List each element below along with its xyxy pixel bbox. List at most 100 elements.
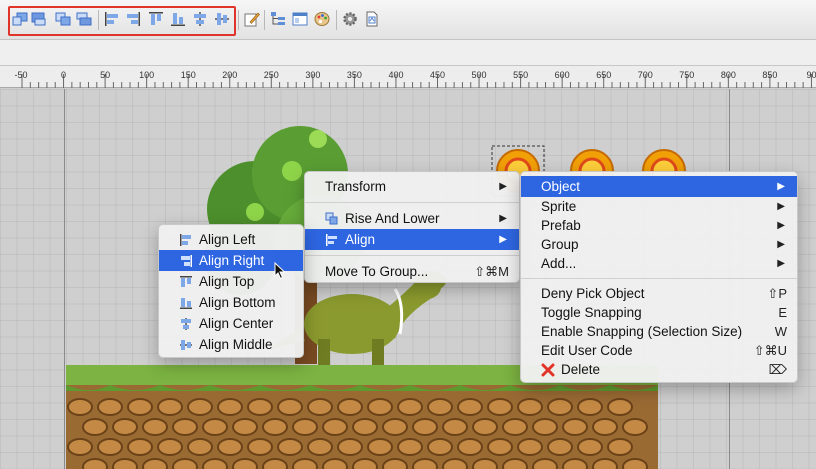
menu-item-align-left[interactable]: Align Left [159, 229, 303, 250]
menu-item-enable-snapping[interactable]: Enable Snapping (Selection Size) W [521, 322, 797, 341]
context-menu-object: Object ▶ Sprite ▶ Prefab ▶ Group ▶ Add..… [520, 171, 798, 383]
edit-icon[interactable] [244, 11, 260, 27]
context-menu-main: Transform ▶ Rise And Lower ▶ Align ▶ Mov… [304, 171, 520, 283]
ruler-tick-label: 300 [305, 70, 320, 80]
cobblestone [217, 438, 243, 456]
cobblestone [427, 398, 453, 416]
menu-item-align-bottom[interactable]: Align Bottom [159, 292, 303, 313]
layer-bottom-icon[interactable] [76, 11, 92, 27]
mouse-cursor-icon [274, 262, 286, 280]
menu-item-label: Prefab [541, 218, 581, 233]
menu-item-shortcut: W [774, 324, 787, 339]
menu-separator [305, 255, 519, 256]
menu-item-delete[interactable]: Delete ⌦ [521, 360, 797, 379]
menu-item-shortcut: ⇧P [767, 285, 787, 301]
ruler-tick-label: 50 [100, 70, 110, 80]
align-center-icon[interactable] [192, 11, 208, 27]
menu-item-label: Enable Snapping (Selection Size) [541, 324, 743, 339]
cobblestone [67, 438, 93, 456]
cobblestone [457, 438, 483, 456]
toolbar-separator [98, 10, 99, 30]
menu-item-deny-pick-object[interactable]: Deny Pick Object ⇧P [521, 284, 797, 303]
cobblestone [577, 438, 603, 456]
cobblestone [262, 458, 288, 469]
ruler-tick-label: 400 [388, 70, 403, 80]
layer-up-icon[interactable] [12, 11, 28, 27]
menu-item-label: Sprite [541, 199, 577, 214]
menu-item-align[interactable]: Align ▶ [305, 229, 519, 250]
ruler-tick-label: 350 [347, 70, 362, 80]
cobblestone [367, 438, 393, 456]
cobblestone [232, 458, 258, 469]
menu-item-shortcut: ⇧⌘U [753, 342, 787, 358]
cobblestone [142, 458, 168, 469]
secondary-toolbar [0, 40, 816, 66]
settings-gear-icon[interactable] [342, 11, 358, 27]
menu-item-add[interactable]: Add... ▶ [521, 254, 797, 273]
ruler-tick-label: 0 [61, 70, 66, 80]
cobblestone [202, 418, 228, 436]
ruler-tick-label: 500 [472, 70, 487, 80]
menu-separator [305, 202, 519, 203]
properties-icon[interactable] [292, 11, 308, 27]
menu-item-label: Edit User Code [541, 343, 633, 358]
document-icon[interactable] [364, 11, 380, 27]
cobblestone [592, 418, 618, 436]
cobblestone [562, 418, 588, 436]
cobblestone [172, 458, 198, 469]
rise-lower-icon [325, 212, 338, 224]
align-left-icon[interactable] [104, 11, 120, 27]
menu-item-label: Align Bottom [199, 295, 276, 310]
align-bottom-icon[interactable] [170, 11, 186, 27]
cobblestone [607, 438, 633, 456]
menu-item-label: Deny Pick Object [541, 286, 645, 301]
cobblestone [247, 398, 273, 416]
horizontal-ruler: -50 0 50 100 150 200 250 300 350 400 450 500 550 600 6… [0, 66, 816, 88]
hierarchy-icon[interactable] [270, 11, 286, 27]
cobblestone [97, 438, 123, 456]
menu-item-object[interactable]: Object ▶ [521, 176, 797, 197]
menu-item-align-center[interactable]: Align Center [159, 313, 303, 334]
cobblestone [232, 418, 258, 436]
menu-item-group[interactable]: Group ▶ [521, 235, 797, 254]
align-top-icon[interactable] [148, 11, 164, 27]
submenu-arrow-icon: ▶ [777, 239, 785, 250]
layer-top-icon[interactable] [31, 11, 47, 27]
cobblestone [547, 398, 573, 416]
menu-item-align-middle[interactable]: Align Middle [159, 334, 303, 355]
menu-item-label: Transform [325, 179, 387, 194]
cobblestone [532, 418, 558, 436]
menu-item-label: Align Center [199, 316, 274, 331]
ruler-tick-label: 800 [721, 70, 736, 80]
align-icon [326, 233, 337, 246]
menu-item-edit-user-code[interactable]: Edit User Code ⇧⌘U [521, 341, 797, 360]
menu-item-move-to-group[interactable]: Move To Group... ⇧⌘M [305, 261, 519, 282]
cobblestone [112, 458, 138, 469]
ruler-tick-label: 700 [638, 70, 653, 80]
menu-item-label: Align Left [199, 232, 256, 247]
menu-item-label: Delete [561, 362, 601, 377]
menu-item-rise-and-lower[interactable]: Rise And Lower ▶ [305, 208, 519, 229]
align-middle-icon[interactable] [214, 11, 230, 27]
cobblestone [172, 418, 198, 436]
cobblestone [292, 458, 318, 469]
cobblestone [277, 398, 303, 416]
menu-item-toggle-snapping[interactable]: Toggle Snapping E [521, 303, 797, 322]
menu-item-label: Add... [541, 256, 577, 271]
menu-item-label: Align Top [199, 274, 255, 289]
cobblestone [517, 398, 543, 416]
layer-down-icon[interactable] [55, 11, 71, 27]
menu-item-sprite[interactable]: Sprite ▶ [521, 197, 797, 216]
ruler-tick-label: -50 [15, 70, 28, 80]
cobblestone [82, 418, 108, 436]
menu-item-prefab[interactable]: Prefab ▶ [521, 216, 797, 235]
palette-icon[interactable] [314, 11, 330, 27]
ruler-tick-label: 250 [264, 70, 279, 80]
cobblestone [217, 398, 243, 416]
menu-item-transform[interactable]: Transform ▶ [305, 176, 519, 197]
align-right-icon[interactable] [125, 11, 141, 27]
cobblestone [502, 418, 528, 436]
cobblestone [262, 418, 288, 436]
cobblestone [67, 398, 93, 416]
cobblestone [607, 398, 633, 416]
